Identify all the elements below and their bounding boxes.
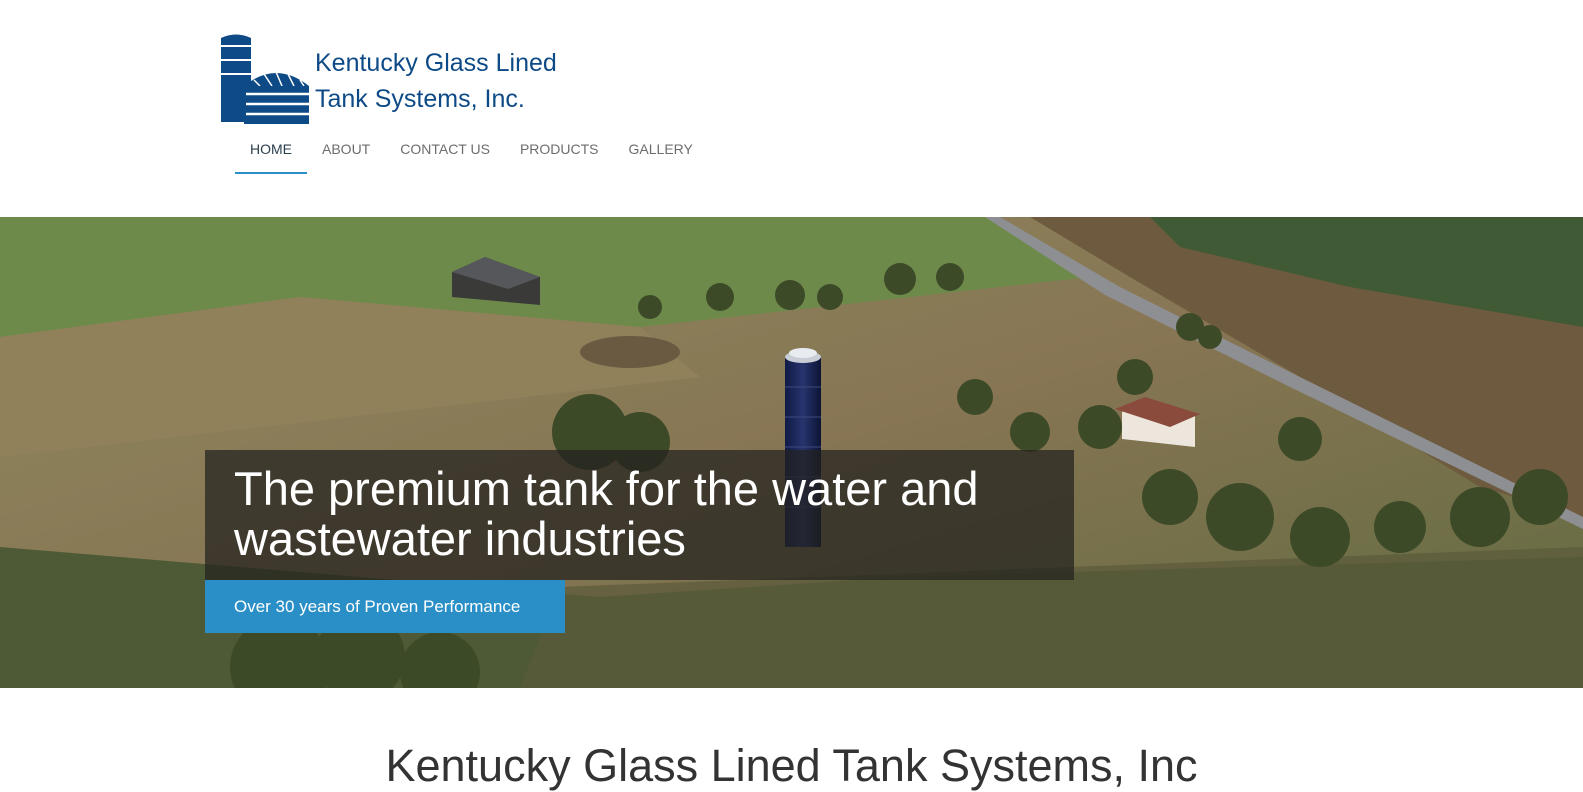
site-header: Kentucky Glass Lined Tank Systems, Inc. …	[0, 0, 1583, 217]
site-logo[interactable]: Kentucky Glass Lined Tank Systems, Inc.	[220, 32, 557, 124]
brand-name: Kentucky Glass Lined Tank Systems, Inc.	[315, 45, 557, 117]
main-nav: HOME ABOUT CONTACT US PRODUCTS GALLERY	[235, 128, 708, 174]
hero-tagline: Over 30 years of Proven Performance	[205, 580, 565, 633]
brand-name-line1: Kentucky Glass Lined	[315, 49, 557, 77]
tank-logo-icon	[221, 34, 309, 124]
nav-contact-us[interactable]: CONTACT US	[385, 128, 505, 174]
nav-products[interactable]: PRODUCTS	[505, 128, 614, 174]
hero-headline: The premium tank for the water and waste…	[234, 462, 979, 565]
nav-home[interactable]: HOME	[235, 128, 307, 174]
nav-about[interactable]: ABOUT	[307, 128, 385, 174]
nav-gallery[interactable]: GALLERY	[614, 128, 708, 174]
hero-headline-box: The premium tank for the water and waste…	[205, 450, 1074, 580]
brand-name-line2: Tank Systems, Inc.	[315, 85, 525, 113]
section-title: Kentucky Glass Lined Tank Systems, Inc	[385, 740, 1198, 791]
